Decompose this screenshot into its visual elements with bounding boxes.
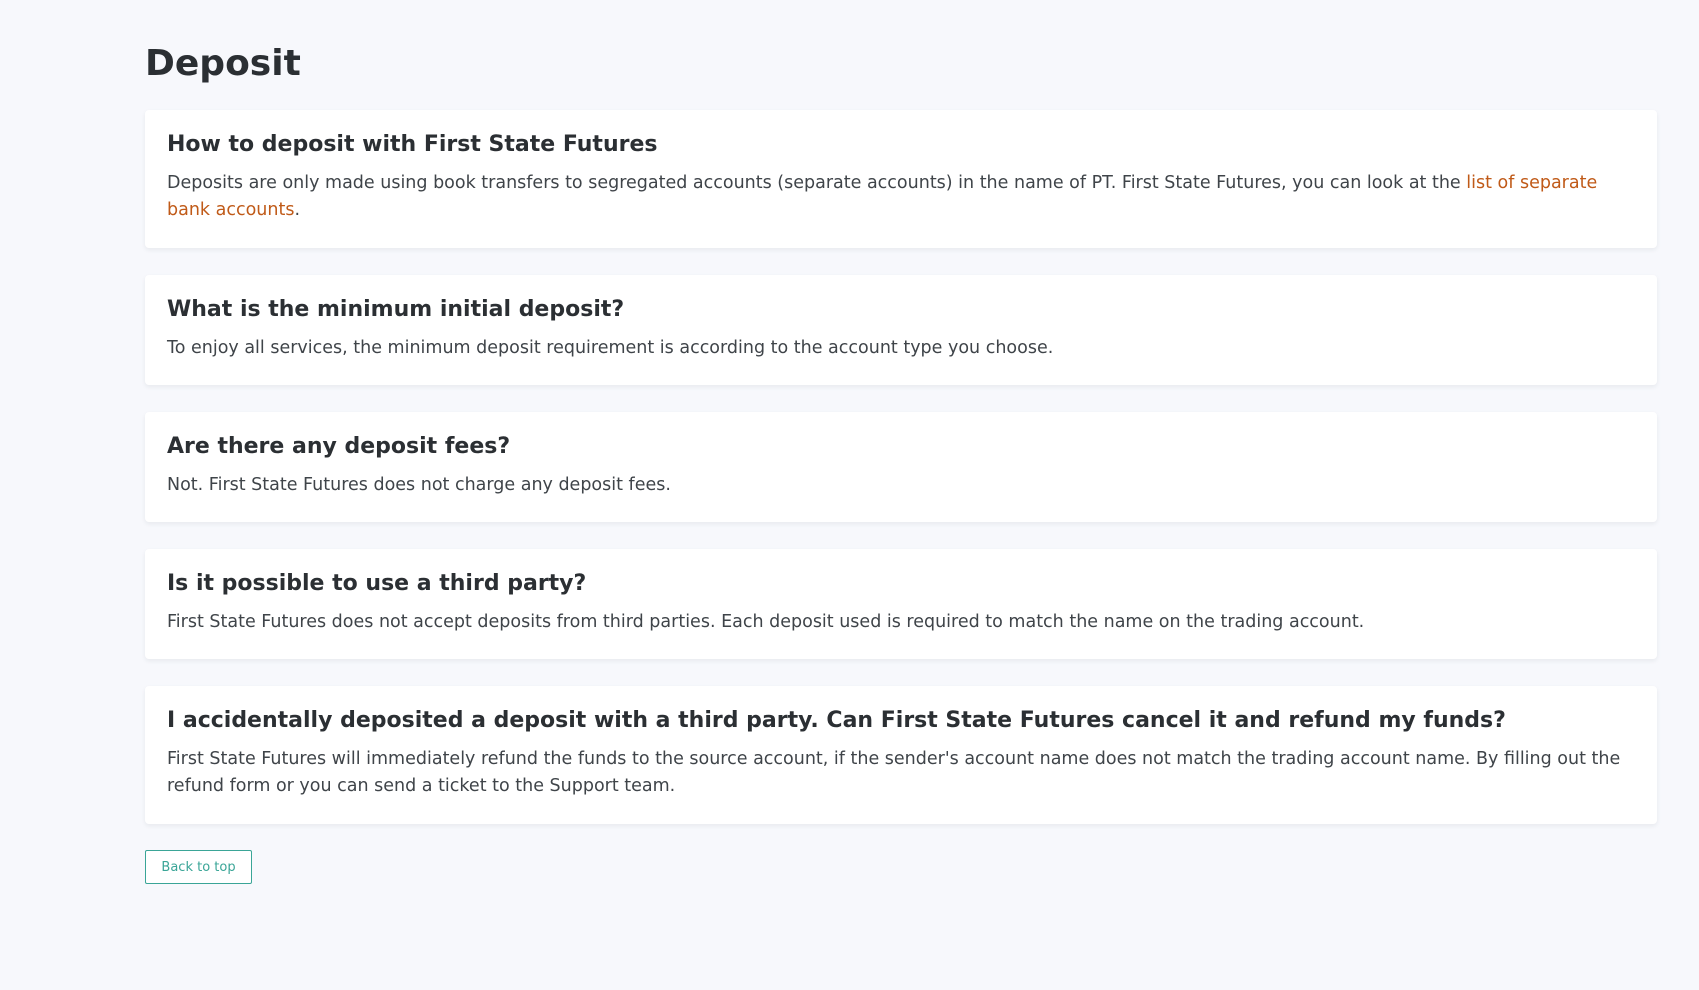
faq-card-minimum-deposit: What is the minimum initial deposit? To … [145,275,1657,385]
back-to-top-button[interactable]: Back to top [145,850,252,884]
faq-question: What is the minimum initial deposit? [167,297,625,322]
faq-answer: First State Futures does not accept depo… [167,612,1365,632]
faq-answer-text: Deposits are only made using book transf… [167,173,1467,193]
faq-question: How to deposit with First State Futures [167,132,658,157]
deposit-page: Deposit How to deposit with First State … [145,38,1657,884]
faq-question: Is it possible to use a third party? [167,571,587,596]
faq-card-how-to-deposit: How to deposit with First State Futures … [145,110,1657,248]
faq-question: Are there any deposit fees? [167,434,511,459]
faq-card-deposit-fees: Are there any deposit fees? Not. First S… [145,412,1657,522]
faq-card-refund: I accidentally deposited a deposit with … [145,686,1657,824]
faq-answer: Not. First State Futures does not charge… [167,475,671,495]
faq-answer: To enjoy all services, the minimum depos… [167,338,1054,358]
faq-answer: Deposits are only made using book transf… [167,170,1635,224]
faq-question: I accidentally deposited a deposit with … [167,708,1506,733]
faq-answer-text-end: . [294,200,301,220]
page-title: Deposit [145,43,301,84]
faq-answer: First State Futures will immediately ref… [167,749,1621,796]
faq-card-third-party: Is it possible to use a third party? Fir… [145,549,1657,659]
